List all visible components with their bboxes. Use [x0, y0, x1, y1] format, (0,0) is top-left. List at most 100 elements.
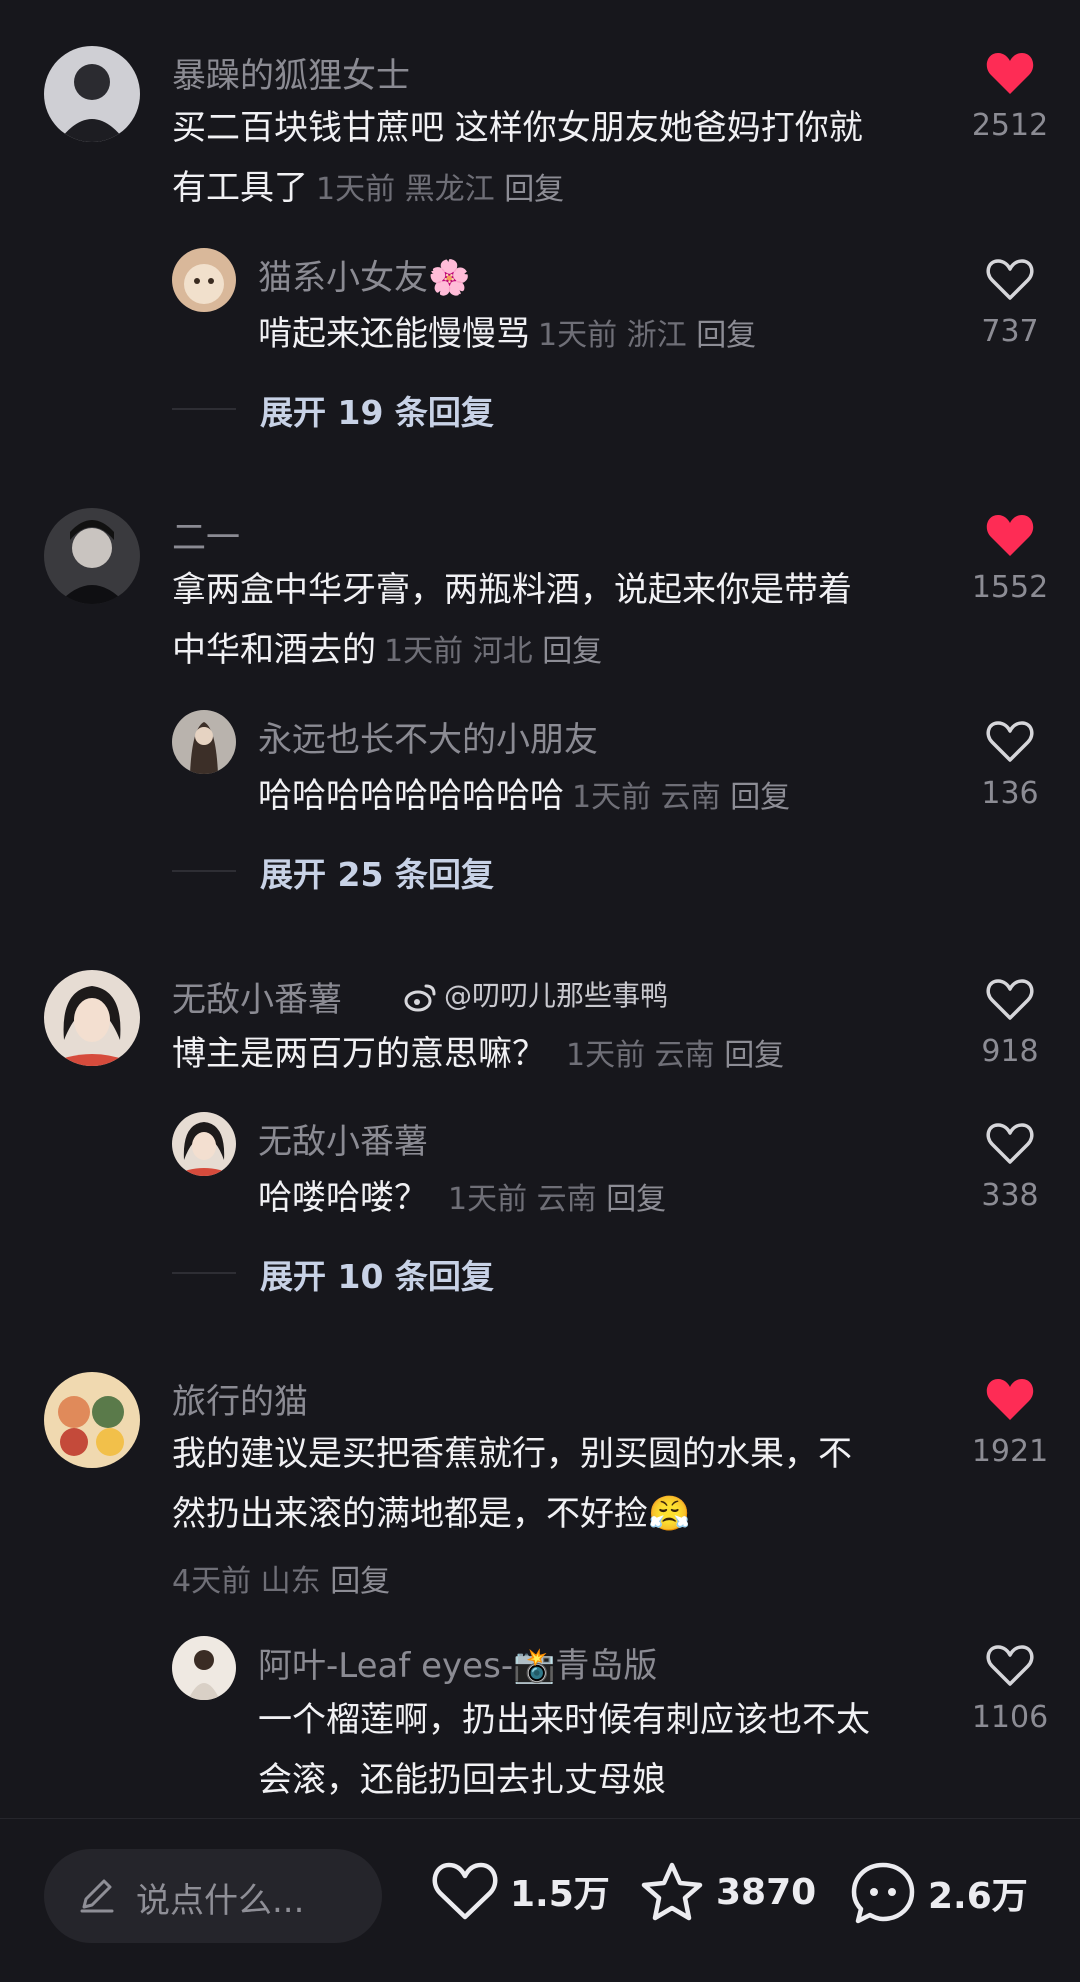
- comment-meta: 4天前 山东 回复: [172, 1556, 390, 1600]
- reply-username[interactable]: 阿叶-Leaf eyes-📸青岛版: [258, 1638, 657, 1687]
- reply-location: 云南: [660, 780, 721, 815]
- comment-input-placeholder: 说点什么...: [136, 1881, 305, 1921]
- avatar[interactable]: [44, 508, 140, 604]
- like-count: 737: [981, 314, 1039, 349]
- reply-time: 1天前: [572, 780, 652, 815]
- reply-location: 浙江: [626, 318, 687, 353]
- comment-action-button[interactable]: 2.6万: [850, 1861, 1028, 1925]
- comment-time: 4天前: [172, 1564, 252, 1599]
- avatar[interactable]: [172, 710, 236, 774]
- like-count: 136: [981, 776, 1039, 811]
- comment-text-line: 然扔出来滚的满地都是，不好捡😤: [172, 1494, 691, 1534]
- expand-replies-button[interactable]: 展开 19 条回复: [260, 386, 494, 434]
- heart-outline-icon: [986, 1123, 1034, 1164]
- reply-username[interactable]: 猫系小女友🌸: [258, 250, 470, 299]
- like-count: 1921: [971, 1434, 1049, 1469]
- reply-username[interactable]: 永远也长不大的小朋友: [258, 712, 598, 761]
- comment-location: 云南: [654, 1038, 715, 1073]
- star-icon: [641, 1862, 703, 1921]
- weibo-handle: @叨叨儿那些事鸭: [444, 979, 669, 1012]
- avatar[interactable]: [172, 1112, 236, 1176]
- like-button[interactable]: 2512: [970, 50, 1050, 143]
- reply-link[interactable]: 回复: [542, 634, 602, 669]
- reply-time: 1天前: [448, 1182, 528, 1217]
- avatar[interactable]: [44, 970, 140, 1066]
- like-count: 1552: [971, 570, 1049, 605]
- reply-text: 哈喽哈喽？ 1天前 云南 回复: [258, 1168, 666, 1230]
- comment-text-line: 中华和酒去的 1天前 河北 回复: [172, 620, 852, 682]
- reply-link[interactable]: 回复: [330, 1564, 390, 1599]
- comment-text-line: 博主是两百万的意思嘛？ 1天前 云南 回复: [172, 1024, 784, 1086]
- comment-text-line-end: 有工具了: [172, 168, 308, 208]
- reply-text-body: 哈哈哈哈哈哈哈哈哈: [258, 776, 564, 816]
- reply-link[interactable]: 回复: [606, 1182, 666, 1217]
- like-button[interactable]: 918: [970, 976, 1050, 1069]
- heart-outline-icon: [986, 721, 1034, 762]
- heart-filled-icon: [986, 1379, 1034, 1420]
- comment-text: 博主是两百万的意思嘛？ 1天前 云南 回复: [172, 1024, 784, 1086]
- reply-link[interactable]: 回复: [504, 172, 564, 207]
- like-count: 1106: [971, 1700, 1049, 1735]
- heart-outline-icon: [986, 1645, 1034, 1686]
- heart-outline-icon: [432, 1862, 498, 1920]
- like-total: 1.5万: [510, 1874, 610, 1915]
- like-button[interactable]: 737: [970, 256, 1050, 349]
- avatar[interactable]: [172, 1636, 236, 1700]
- reply-link[interactable]: 回复: [696, 318, 756, 353]
- avatar[interactable]: [44, 1372, 140, 1468]
- reply-link[interactable]: 回复: [724, 1038, 784, 1073]
- reply-text-body: 啃起来还能慢慢骂: [258, 314, 530, 354]
- comment-time: 1天前: [384, 634, 464, 669]
- like-count: 2512: [971, 108, 1049, 143]
- reply-text: 哈哈哈哈哈哈哈哈哈 1天前 云南 回复: [258, 766, 790, 828]
- divider: 展开 25 条回复: [172, 855, 494, 894]
- reply-text-line: 会滚，还能扔回去扎丈母娘: [258, 1760, 666, 1800]
- like-count: 918: [981, 1034, 1039, 1069]
- comment-text: 拿两盒中华牙膏，两瓶料酒，说起来你是带着 中华和酒去的 1天前 河北 回复: [172, 560, 852, 682]
- speech-bubble-icon: [851, 1862, 915, 1924]
- like-button[interactable]: 136: [970, 718, 1050, 811]
- expand-replies-button[interactable]: 展开 25 条回复: [260, 848, 494, 896]
- like-button[interactable]: 1106: [970, 1642, 1050, 1735]
- comment-location: 河北: [472, 634, 533, 669]
- like-count: 338: [981, 1178, 1039, 1213]
- comment-location: 黑龙江: [404, 172, 495, 207]
- like-button[interactable]: 1552: [970, 512, 1050, 605]
- avatar[interactable]: [172, 248, 236, 312]
- like-action-button[interactable]: 1.5万: [432, 1861, 610, 1921]
- comment-text-line-end: 博主是两百万的意思嘛？: [172, 1034, 546, 1074]
- heart-filled-icon: [986, 515, 1034, 556]
- reply-time: 1天前: [538, 318, 618, 353]
- reply-text-body: 哈喽哈喽？: [258, 1178, 428, 1218]
- reply-link[interactable]: 回复: [730, 780, 790, 815]
- comment-location: 山东: [260, 1564, 321, 1599]
- comment-text-line: 拿两盒中华牙膏，两瓶料酒，说起来你是带着: [172, 570, 852, 610]
- comment-username[interactable]: 无敌小番薯: [172, 972, 342, 1021]
- divider: 展开 10 条回复: [172, 1257, 494, 1296]
- comment-text: 买二百块钱甘蔗吧 这样你女朋友她爸妈打你就 有工具了 1天前 黑龙江 回复: [172, 98, 863, 220]
- comment-total: 2.6万: [928, 1876, 1028, 1917]
- favorite-action-button[interactable]: 3870: [640, 1861, 816, 1923]
- reply-text: 一个榴莲啊，扔出来时候有刺应该也不太 会滚，还能扔回去扎丈母娘: [258, 1690, 870, 1810]
- like-button[interactable]: 1921: [970, 1376, 1050, 1469]
- comment-username[interactable]: 暴躁的狐狸女士: [172, 48, 410, 97]
- heart-outline-icon: [986, 259, 1034, 300]
- avatar[interactable]: [44, 46, 140, 142]
- comment-time: 1天前: [316, 172, 396, 207]
- divider: 展开 19 条回复: [172, 393, 494, 432]
- reply-username[interactable]: 无敌小番薯: [258, 1114, 428, 1163]
- comment-username[interactable]: 二一: [172, 510, 240, 559]
- comment-text-line: 我的建议是买把香蕉就行，别买圆的水果，不: [172, 1434, 852, 1474]
- expand-replies-button[interactable]: 展开 10 条回复: [260, 1250, 494, 1298]
- heart-filled-icon: [986, 53, 1034, 94]
- comment-username[interactable]: 旅行的猫: [172, 1374, 308, 1423]
- comment-text-line: 有工具了 1天前 黑龙江 回复: [172, 158, 863, 220]
- weibo-watermark: @叨叨儿那些事鸭: [404, 974, 668, 1014]
- comment-text: 我的建议是买把香蕉就行，别买圆的水果，不 然扔出来滚的满地都是，不好捡😤: [172, 1424, 852, 1544]
- reply-text: 啃起来还能慢慢骂 1天前 浙江 回复: [258, 304, 756, 366]
- comment-input[interactable]: 说点什么...: [44, 1849, 382, 1943]
- comment-text-line-end: 中华和酒去的: [172, 630, 376, 670]
- comment-time: 1天前: [566, 1038, 646, 1073]
- like-button[interactable]: 338: [970, 1120, 1050, 1213]
- weibo-icon: [404, 984, 436, 1012]
